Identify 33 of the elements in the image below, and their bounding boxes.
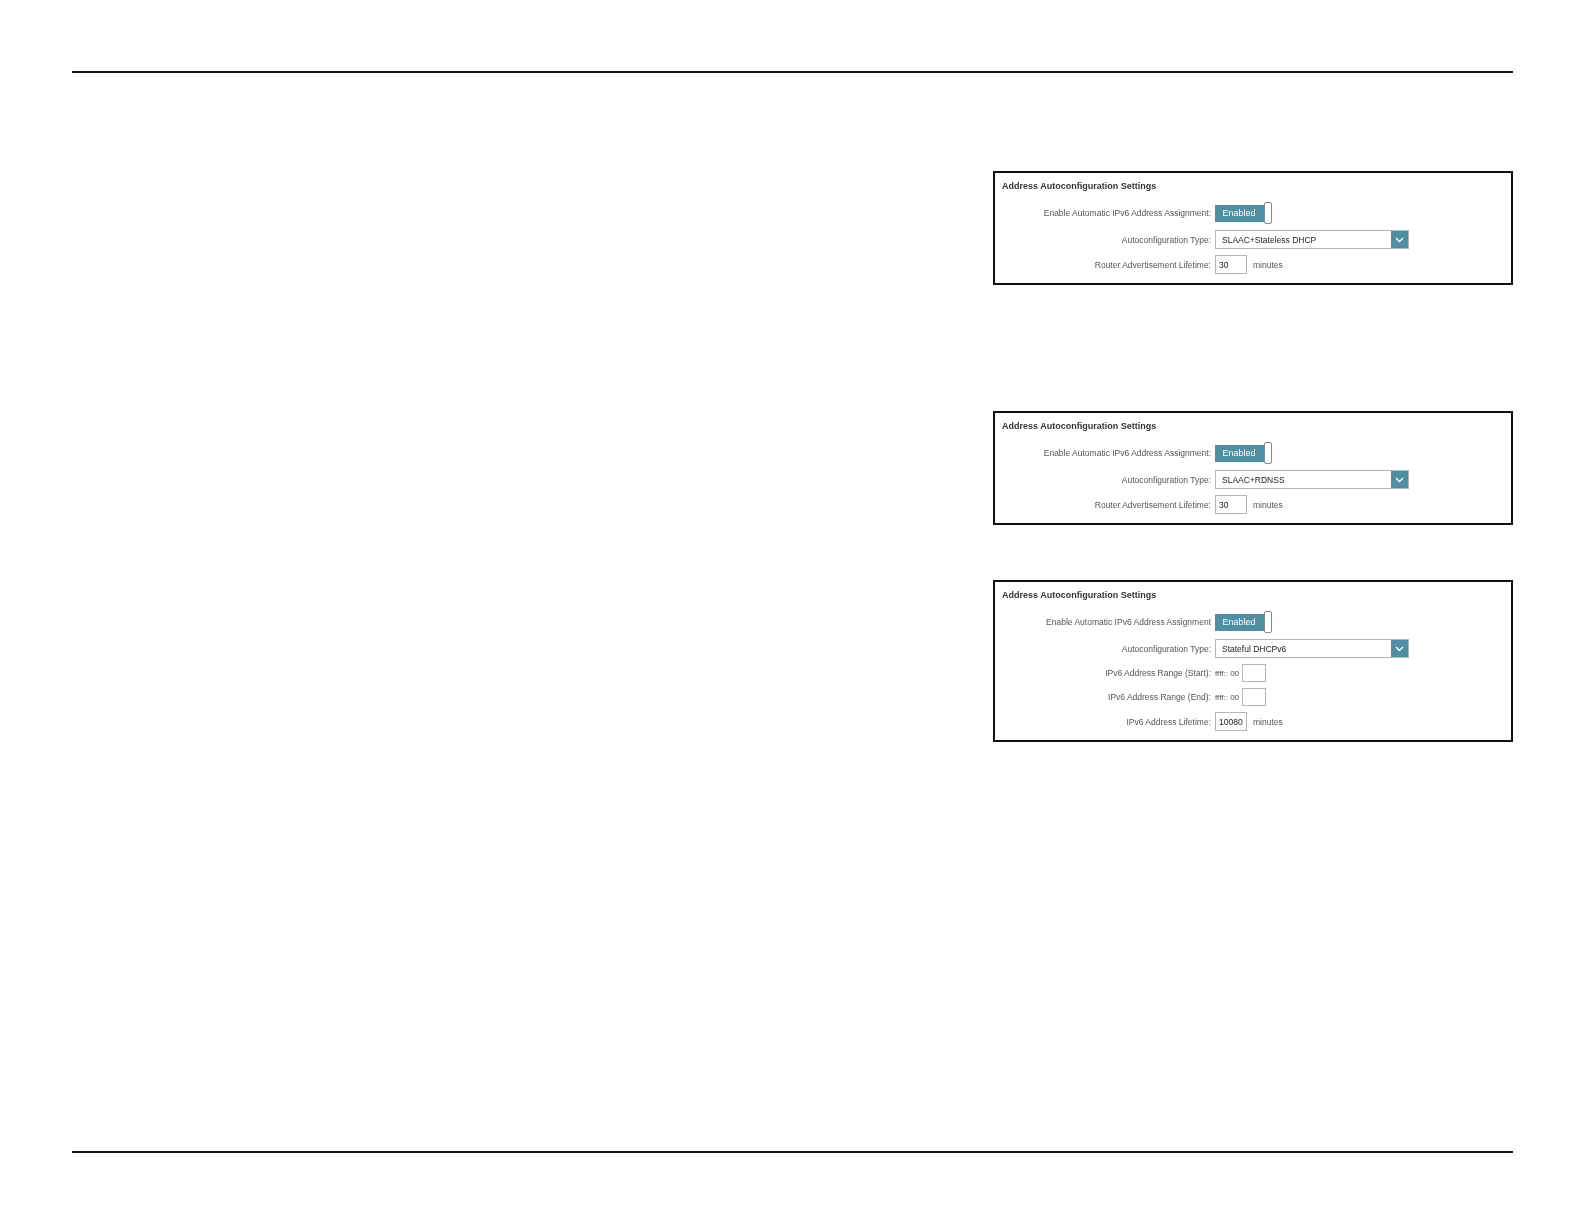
type-dropdown[interactable]: Stateful DHCPv6 [1215, 639, 1409, 658]
range-input[interactable] [1242, 688, 1267, 706]
field-label: Enable Automatic IPv6 Address Assignment: [1043, 447, 1211, 459]
chevron-down-icon[interactable] [1391, 471, 1408, 488]
lifetime-input[interactable]: 10080 [1215, 712, 1247, 731]
field-label: IPv6 Address Range (End): [1108, 691, 1211, 703]
field-label: Autoconfiguration Type: [1121, 473, 1211, 486]
chevron-down-icon[interactable] [1391, 640, 1408, 657]
field-label: Autoconfiguration Type: [1121, 233, 1211, 246]
field-label: Router Advertisement Lifetime: [1094, 258, 1211, 271]
field-label: Enable Automatic IPv6 Address Assignment [1046, 616, 1211, 628]
range-input[interactable] [1242, 664, 1267, 682]
panel-title: Address Autoconfiguration Settings [1001, 589, 1158, 602]
type-dropdown[interactable]: SLAAC+RDNSS [1215, 470, 1409, 489]
field-label: Router Advertisement Lifetime: [1094, 498, 1211, 511]
chevron-down-icon[interactable] [1391, 231, 1408, 248]
panel-title: Address Autoconfiguration Settings [1001, 420, 1158, 433]
lifetime-input[interactable]: 30 [1215, 495, 1247, 514]
unit-label: minutes [1253, 716, 1283, 727]
unit-label: minutes [1253, 259, 1283, 270]
address-prefix: ffff:: 00 [1215, 668, 1240, 678]
field-label: Autoconfiguration Type: [1121, 642, 1211, 655]
panel-title: Address Autoconfiguration Settings [1001, 180, 1158, 193]
toggle-switch[interactable]: Enabled [1215, 611, 1272, 633]
unit-label: minutes [1253, 499, 1283, 510]
lifetime-input[interactable]: 30 [1215, 255, 1247, 274]
toggle-switch[interactable]: Enabled [1215, 442, 1272, 464]
address-prefix: ffff:: 00 [1215, 692, 1240, 702]
toggle-switch[interactable]: Enabled [1215, 202, 1272, 224]
field-label: Enable Automatic IPv6 Address Assignment: [1043, 207, 1211, 219]
field-label: IPv6 Address Range (Start): [1105, 667, 1211, 679]
type-dropdown[interactable]: SLAAC+Stateless DHCP [1215, 230, 1409, 249]
field-label: IPv6 Address Lifetime: [1126, 715, 1211, 728]
